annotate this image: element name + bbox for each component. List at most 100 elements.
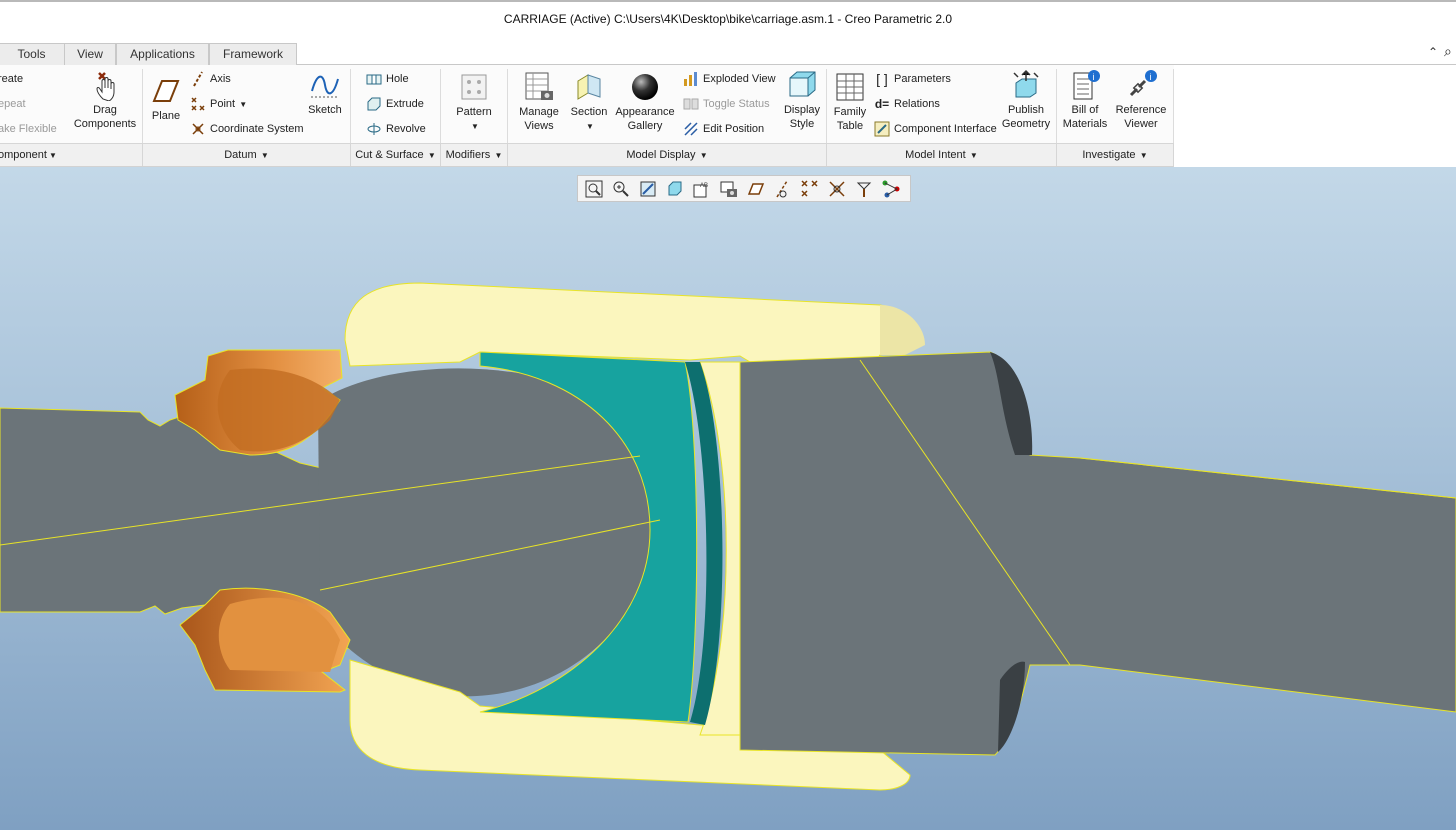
bill-of-materials-icon: i (1073, 70, 1100, 100)
ribbon-tab-bar: Tools View Applications Framework ⌃ ⌕ (0, 42, 1456, 65)
tab-applications[interactable]: Applications (116, 43, 209, 65)
drag-hand-icon (96, 72, 115, 101)
manage-views-button[interactable]: Manage Views (513, 71, 565, 133)
separator (142, 69, 143, 143)
point-icon (191, 97, 205, 111)
section-label: Section (570, 106, 608, 118)
group-model-intent-footer[interactable]: Model Intent ▼ (827, 143, 1057, 166)
sketch-button[interactable]: Sketch (305, 69, 345, 117)
point-display-icon[interactable] (800, 179, 820, 199)
family-table-button[interactable]: Family Table (830, 71, 870, 133)
tab-tools[interactable]: Tools (0, 43, 65, 65)
parameters-button[interactable]: [ ] Parameters (874, 69, 951, 89)
exploded-view-icon (684, 72, 697, 87)
plane-icon (152, 80, 180, 102)
pattern-icon (461, 74, 487, 100)
extrude-icon (367, 97, 381, 111)
plane-display-icon[interactable] (746, 179, 766, 199)
appearance-gallery-button[interactable]: Appearance Gallery (612, 71, 678, 133)
group-modifiers-footer[interactable]: Modifiers ▼ (441, 143, 508, 166)
search-icon[interactable]: ⌕ (1444, 43, 1452, 60)
manage-views-icon (525, 72, 553, 100)
csys-display-icon[interactable] (827, 179, 847, 199)
display-style-button[interactable]: Display Style (780, 69, 824, 131)
repeat-button[interactable]: epeat (0, 94, 26, 114)
group-datum-footer[interactable]: Datum ▼ (143, 143, 351, 166)
title-bar: CARRIAGE (Active) C:\Users\4K\Desktop\bi… (0, 0, 1456, 40)
svg-text:i: i (1093, 72, 1095, 82)
make-flexible-button[interactable]: ake Flexible (0, 119, 57, 139)
point-button[interactable]: Point ▼ (190, 94, 247, 114)
separator (440, 69, 441, 143)
zoom-out-icon[interactable] (638, 179, 658, 199)
svg-text:AB: AB (700, 183, 708, 189)
publish-geometry-icon (1013, 69, 1039, 98)
sketch-label: Sketch (308, 104, 342, 116)
axis-display-icon[interactable] (773, 179, 793, 199)
tab-framework[interactable]: Framework (209, 43, 297, 65)
bill-of-materials-label: Bill of Materials (1062, 104, 1108, 130)
separator (350, 69, 351, 143)
reference-viewer-button[interactable]: i Reference Viewer (1112, 69, 1170, 131)
separator (826, 69, 827, 143)
spin-center-icon[interactable] (854, 179, 874, 199)
separator (1056, 69, 1057, 143)
coordinate-system-button[interactable]: Coordinate System (190, 119, 304, 139)
pattern-button[interactable]: Pattern ▼ (451, 71, 497, 134)
extrude-button[interactable]: Extrude (366, 94, 424, 114)
section-icon (577, 74, 601, 100)
tab-view[interactable]: View (64, 43, 116, 65)
sketch-icon (311, 75, 339, 98)
reference-viewer-label: Reference Viewer (1115, 104, 1167, 130)
graphics-toolbar: AB (577, 175, 911, 202)
svg-text:i: i (1150, 72, 1152, 82)
zoom-in-icon[interactable] (611, 179, 631, 199)
revolve-icon (367, 123, 381, 136)
publish-geometry-button[interactable]: Publish Geometry (1000, 69, 1052, 131)
revolve-button[interactable]: Revolve (366, 119, 426, 139)
axis-icon (193, 71, 203, 87)
window-title: CARRIAGE (Active) C:\Users\4K\Desktop\bi… (503, 12, 953, 26)
edit-position-icon (684, 122, 698, 136)
group-cut-surface-footer[interactable]: Cut & Surface ▼ (351, 143, 441, 166)
separator (1173, 69, 1174, 143)
group-model-display-footer[interactable]: Model Display ▼ (508, 143, 827, 166)
toggle-status-icon (683, 98, 699, 110)
drag-components-label: Drag Components (73, 104, 137, 130)
refit-icon[interactable] (584, 179, 604, 199)
coordinate-system-icon (192, 123, 204, 135)
drag-components-button[interactable]: Drag Components (72, 69, 138, 131)
graphics-viewport[interactable] (0, 167, 1456, 830)
hole-icon (366, 74, 382, 85)
annotation-display-icon[interactable] (881, 179, 901, 199)
appearance-sphere-icon (632, 74, 658, 100)
section-button[interactable]: Section ▼ (569, 71, 609, 134)
hole-button[interactable]: Hole (366, 69, 409, 89)
view-manager-icon[interactable]: AB (692, 179, 712, 199)
minimize-ribbon-icon[interactable]: ⌃ (1428, 45, 1438, 59)
reference-viewer-chain-icon: i (1129, 70, 1157, 97)
family-table-label: Family Table (833, 106, 867, 132)
create-button[interactable]: reate (0, 69, 23, 89)
model-section-view[interactable] (0, 167, 1456, 830)
relations-icon: d= (874, 97, 890, 112)
family-table-icon (836, 73, 864, 101)
relations-button[interactable]: d= Relations (874, 94, 940, 114)
ribbon: reate epeat ake Flexible Drag Components… (0, 65, 1174, 167)
edit-position-button[interactable]: Edit Position (683, 119, 764, 139)
display-style-cube-icon (789, 71, 816, 97)
appearance-gallery-label: Appearance Gallery (615, 106, 675, 132)
group-investigate-footer[interactable]: Investigate ▼ (1057, 143, 1174, 166)
display-style-label: Display Style (783, 104, 821, 130)
camera-icon[interactable] (719, 179, 739, 199)
component-interface-button[interactable]: Component Interface (874, 119, 997, 139)
manage-views-label: Manage Views (519, 106, 559, 132)
parameters-icon: [ ] (876, 71, 888, 88)
exploded-view-button[interactable]: Exploded View (683, 69, 776, 89)
group-component-footer[interactable]: omponent ▼ (0, 143, 143, 166)
bill-of-materials-button[interactable]: i Bill of Materials (1061, 69, 1109, 131)
plane-button[interactable]: Plane (147, 75, 185, 123)
saved-orientations-icon[interactable] (665, 179, 685, 199)
axis-button[interactable]: Axis (190, 69, 231, 89)
toggle-status-button[interactable]: Toggle Status (683, 94, 770, 114)
